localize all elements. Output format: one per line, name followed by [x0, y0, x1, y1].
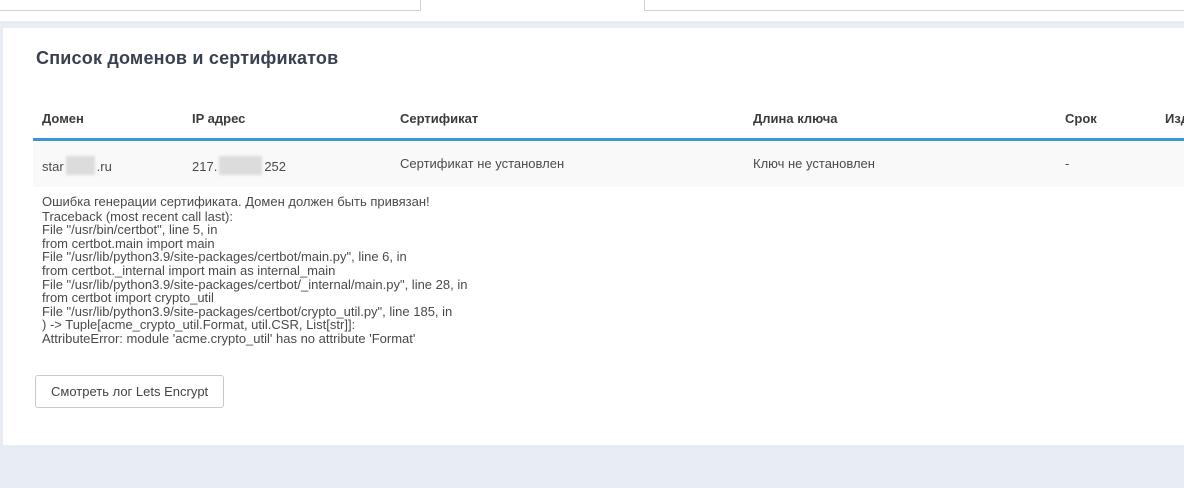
redacted-ip-part: [219, 156, 262, 175]
certificate-error-traceback: Ошибка генерации сертификата. Домен долж…: [42, 195, 467, 346]
traceback-line: File "/usr/lib/python3.9/site-packages/c…: [42, 305, 467, 319]
tab-bar-remnant: [0, 0, 1184, 21]
ip-address-cell: 217. 252: [192, 156, 286, 175]
column-header-key-length: Длина ключа: [753, 111, 838, 126]
column-header-ip-address: IP адрес: [192, 111, 245, 126]
ip-prefix: 217.: [192, 159, 217, 174]
column-header-term: Срок: [1065, 111, 1097, 126]
traceback-line: AttributeError: module 'acme.crypto_util…: [42, 332, 467, 346]
domains-certificates-panel: Список доменов и сертификатов Домен IP а…: [3, 28, 1184, 445]
domain-suffix: .ru: [97, 159, 112, 174]
domain-cell: star .ru: [42, 156, 112, 175]
certificate-status-cell: Сертификат не установлен: [400, 156, 564, 171]
column-header-certificate: Сертификат: [400, 111, 478, 126]
domain-prefix: star: [42, 159, 64, 174]
column-header-issuer: Изд: [1165, 111, 1184, 126]
traceback-line: File "/usr/bin/certbot", line 5, in: [42, 223, 467, 237]
traceback-line: Traceback (most recent call last):: [42, 210, 467, 224]
active-tab-right-border: [644, 0, 645, 11]
redacted-domain-part: [66, 156, 95, 175]
ip-suffix: 252: [264, 159, 286, 174]
traceback-line: ) -> Tuple[acme_crypto_util.Format, util…: [42, 318, 467, 332]
tab-bottom-border-left: [0, 10, 420, 11]
traceback-line: File "/usr/lib/python3.9/site-packages/c…: [42, 250, 467, 264]
column-header-domain: Домен: [42, 111, 84, 126]
tab-bottom-border-right: [644, 10, 1184, 11]
domain-table-row[interactable]: star .ru 217. 252 Сертификат не установлен…: [33, 141, 1184, 187]
page-title: Список доменов и сертификатов: [36, 48, 338, 69]
view-lets-encrypt-log-button[interactable]: Смотреть лог Lets Encrypt: [35, 375, 224, 408]
active-tab-left-border: [420, 0, 421, 11]
traceback-line: from certbot._internal import main as in…: [42, 264, 467, 278]
traceback-line: from certbot import crypto_util: [42, 291, 467, 305]
term-cell: -: [1065, 156, 1069, 171]
key-length-cell: Ключ не установлен: [753, 156, 875, 171]
traceback-line: from certbot.main import main: [42, 237, 467, 251]
traceback-line: File "/usr/lib/python3.9/site-packages/c…: [42, 278, 467, 292]
error-message-line: Ошибка генерации сертификата. Домен долж…: [42, 195, 467, 209]
